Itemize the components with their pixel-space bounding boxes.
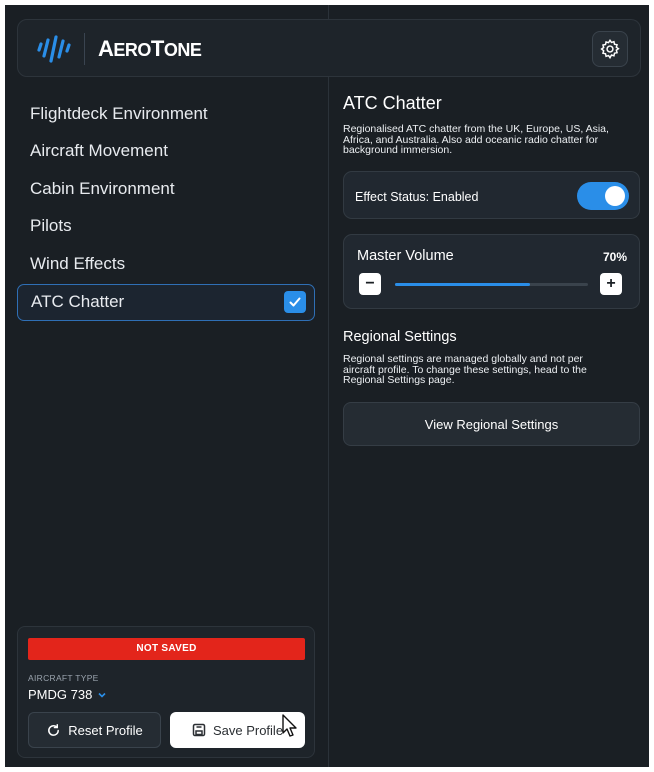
aircraft-type-label: AIRCRAFT TYPE — [28, 673, 99, 683]
profile-card: NOT SAVED AIRCRAFT TYPE PMDG 738 Reset P… — [17, 626, 315, 758]
reset-profile-button[interactable]: Reset Profile — [28, 712, 161, 748]
sidebar-item-atc-chatter[interactable]: ATC Chatter — [17, 283, 315, 321]
description-line: background immersion. — [343, 144, 453, 156]
logo-separator — [84, 33, 85, 65]
plus-icon: + — [606, 275, 616, 292]
app-logo-text: AEROTONE — [98, 36, 202, 61]
description-line: Regional Settings page. — [343, 374, 455, 386]
view-regional-settings-label: View Regional Settings — [424, 416, 559, 432]
effect-status-toggle[interactable] — [577, 182, 629, 210]
sidebar-item-label: Flightdeck Environment — [30, 103, 208, 123]
aircraft-type-value: PMDG 738 — [28, 687, 93, 702]
toggle-knob — [605, 186, 625, 206]
master-volume-card: Master Volume 70% − + — [343, 234, 640, 309]
sidebar-item-label: ATC Chatter — [31, 292, 125, 311]
sidebar-item-cabin-environment[interactable]: Cabin Environment — [17, 170, 315, 208]
regional-settings-description: Regional settings are managed globally a… — [343, 354, 643, 386]
view-regional-settings-button[interactable]: View Regional Settings — [343, 402, 640, 446]
reset-profile-label: Reset Profile — [68, 722, 143, 738]
chevron-down-icon — [98, 692, 106, 698]
effect-description: Regionalised ATC chatter from the UK, Eu… — [343, 124, 643, 156]
sidebar-item-label: Wind Effects — [30, 253, 126, 273]
gear-icon — [600, 38, 620, 60]
master-volume-label: Master Volume — [357, 248, 454, 264]
atc-chatter-checkbox[interactable] — [284, 291, 306, 313]
settings-button[interactable] — [592, 31, 628, 67]
aerotone-logo-icon — [37, 35, 71, 63]
aircraft-type-dropdown[interactable]: PMDG 738 — [28, 687, 107, 702]
save-icon — [192, 723, 206, 737]
refresh-icon — [48, 723, 60, 736]
description-line: Regional settings are managed globally a… — [343, 353, 583, 365]
minus-icon: − — [365, 275, 375, 292]
pane-divider — [328, 5, 329, 767]
sidebar-item-label: Pilots — [30, 216, 72, 236]
app-window: AEROTONE Flightdeck Environment Aircraft… — [5, 5, 649, 767]
master-volume-value: 70% — [602, 250, 627, 264]
not-saved-banner: NOT SAVED — [28, 638, 305, 660]
checkmark-icon — [289, 297, 301, 307]
regional-settings-title: Regional Settings — [343, 329, 457, 345]
master-volume-fill — [395, 283, 531, 286]
sidebar-item-wind-effects[interactable]: Wind Effects — [17, 245, 315, 283]
effect-status-card: Effect Status: Enabled — [343, 171, 640, 219]
sidebar-item-flightdeck-environment[interactable]: Flightdeck Environment — [17, 95, 315, 133]
description-line: Regionalised ATC chatter from the UK, Eu… — [343, 123, 609, 135]
volume-decrease-button[interactable]: − — [359, 273, 381, 295]
save-profile-label: Save Profile — [212, 722, 284, 738]
sidebar-item-label: Cabin Environment — [30, 178, 175, 198]
sidebar-item-pilots[interactable]: Pilots — [17, 208, 315, 246]
sidebar-item-label: Aircraft Movement — [30, 141, 168, 161]
effect-title: ATC Chatter — [343, 93, 442, 113]
effect-status-label: Effect Status: Enabled — [355, 190, 479, 204]
master-volume-slider[interactable] — [395, 283, 588, 286]
mouse-cursor-icon — [282, 714, 297, 737]
volume-increase-button[interactable]: + — [600, 273, 622, 295]
effects-sidebar: Flightdeck Environment Aircraft Movement… — [17, 95, 315, 321]
sidebar-item-aircraft-movement[interactable]: Aircraft Movement — [17, 133, 315, 171]
app-header: AEROTONE — [17, 19, 641, 77]
